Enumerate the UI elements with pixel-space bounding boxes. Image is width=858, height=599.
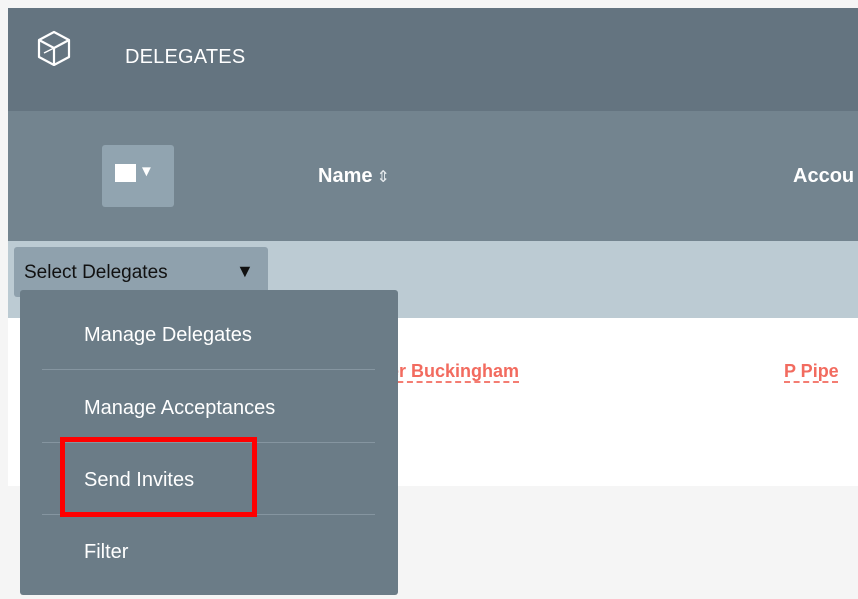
select-delegates-label: Select Delegates (24, 262, 168, 283)
sort-icon[interactable]: ⇕ (376, 169, 389, 186)
column-name-header[interactable]: Name ⇕ (318, 165, 390, 188)
delegate-account-link[interactable]: P Pipe (784, 361, 839, 382)
column-account-header[interactable]: Accou (793, 165, 854, 188)
menu-divider (42, 369, 375, 370)
send-invites-highlight (60, 437, 257, 517)
menu-item-manage-acceptances[interactable]: Manage Acceptances (84, 397, 275, 420)
menu-item-manage-delegates[interactable]: Manage Delegates (84, 324, 252, 347)
delegate-name-link[interactable]: der Buckingham (378, 361, 519, 382)
list-column-header: ▼ Name ⇕ Accou (8, 111, 858, 241)
panel-header: DELEGATES (8, 8, 858, 111)
checkbox-icon (115, 164, 136, 182)
caret-down-icon: ▼ (139, 163, 154, 180)
cube-icon (37, 30, 71, 66)
bulk-select-button[interactable]: ▼ (102, 145, 174, 207)
panel-title: DELEGATES (125, 46, 246, 68)
menu-item-filter[interactable]: Filter (84, 541, 128, 564)
chevron-down-icon: ▼ (236, 261, 254, 281)
column-name-label: Name (318, 165, 373, 187)
